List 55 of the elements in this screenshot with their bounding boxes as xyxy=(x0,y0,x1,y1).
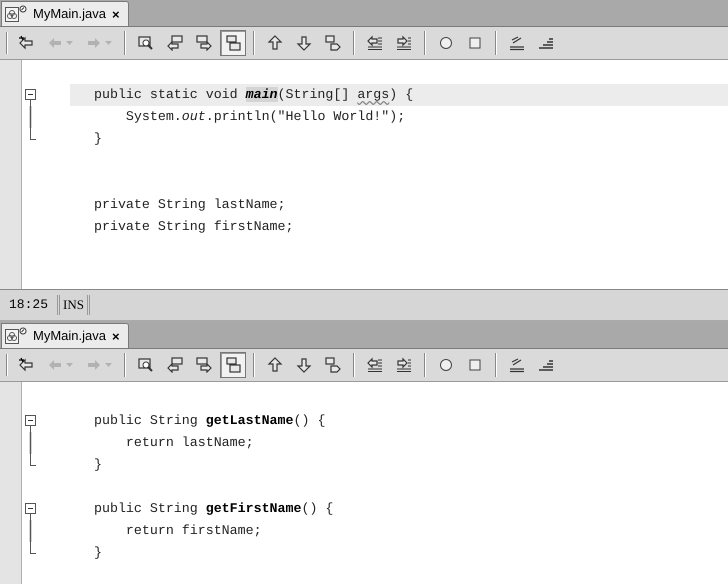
arrow-right-icon xyxy=(86,35,102,51)
two-boxes-icon xyxy=(225,357,241,373)
arrow-up-icon xyxy=(267,357,283,373)
square-icon xyxy=(467,357,483,373)
arrow-right-icon xyxy=(396,357,412,373)
square-icon xyxy=(467,35,483,51)
caret-icon xyxy=(105,41,112,45)
arrow-right-icon xyxy=(396,35,412,51)
code-line: public static void main(String[] args) { xyxy=(94,86,414,104)
arrow-left-icon xyxy=(167,357,183,373)
code-line: } xyxy=(94,130,102,148)
code-line: } xyxy=(94,544,102,562)
arrow-down-icon xyxy=(296,357,312,373)
circle-icon xyxy=(438,35,454,51)
caret-icon xyxy=(66,363,73,367)
editor-tab[interactable]: MyMain.java × xyxy=(1,323,129,348)
highlight-button[interactable] xyxy=(220,352,246,378)
arrow-left-icon xyxy=(367,357,383,373)
code-line: } xyxy=(94,456,102,474)
arrow-up-icon xyxy=(267,35,283,51)
highlight-button[interactable] xyxy=(220,30,246,56)
code-line: public String getFirstName() { xyxy=(94,500,334,518)
cursor-position: 18:25 xyxy=(0,295,60,315)
magnifier-icon xyxy=(138,35,154,51)
code-line: private String lastName; xyxy=(94,196,286,214)
code-line: System.out.println("Hello World!"); xyxy=(124,108,406,126)
arrow-down-icon xyxy=(296,35,312,51)
arrow-right-icon xyxy=(86,357,102,373)
tab-label: MyMain.java xyxy=(33,5,106,24)
editor-tab[interactable]: MyMain.java × xyxy=(1,1,129,26)
close-tab-button[interactable]: × xyxy=(112,8,120,20)
arrow-right-icon xyxy=(196,35,212,51)
arrow-left-icon xyxy=(18,357,34,373)
file-icon xyxy=(5,327,27,345)
caret-icon xyxy=(66,41,73,45)
code-line: public String getLastName() { xyxy=(94,412,326,430)
magnifier-icon xyxy=(138,357,154,373)
arrow-left-icon xyxy=(18,35,34,51)
arrow-right-icon xyxy=(196,357,212,373)
boxes-icon xyxy=(325,357,341,373)
caret-icon xyxy=(105,363,112,367)
insert-mode: INS xyxy=(60,295,90,315)
arrow-left-icon xyxy=(167,35,183,51)
code-line: private String firstName; xyxy=(94,218,294,236)
arrow-left-icon xyxy=(367,35,383,51)
circle-icon xyxy=(438,357,454,373)
file-icon xyxy=(5,5,27,23)
code-line: return firstName; xyxy=(124,522,262,540)
code-line: return lastName; xyxy=(124,434,254,452)
two-boxes-icon xyxy=(225,35,241,51)
boxes-icon xyxy=(325,35,341,51)
close-tab-button[interactable]: × xyxy=(112,330,120,342)
lines-icon xyxy=(509,357,525,373)
lines-icon xyxy=(509,35,525,51)
tab-label: MyMain.java xyxy=(33,327,106,346)
